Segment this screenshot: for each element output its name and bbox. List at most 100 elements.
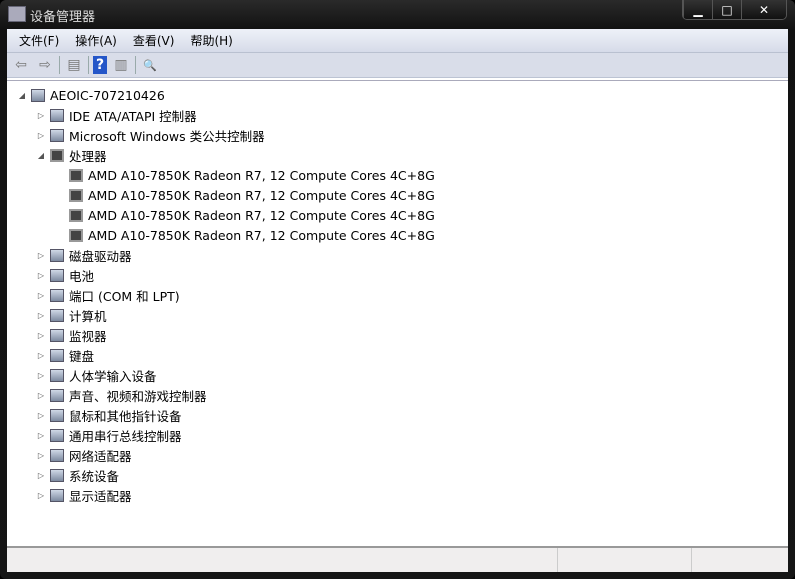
toolbar-separator <box>135 56 136 74</box>
tree-item-label: 系统设备 <box>69 468 120 484</box>
menu-bar: 文件(F) 操作(A) 查看(V) 帮助(H) <box>7 29 788 53</box>
tree-category[interactable]: ▷ 鼠标和其他指针设备 <box>36 405 182 425</box>
tree-category[interactable]: ▷ 显示适配器 <box>36 485 132 505</box>
device-category-icon <box>50 488 64 502</box>
tree-item-label: 监视器 <box>69 328 107 344</box>
tree-item-label: 计算机 <box>69 308 107 324</box>
menu-help[interactable]: 帮助(H) <box>182 32 240 49</box>
device-category-icon <box>50 408 64 422</box>
collapse-arrow-icon[interactable]: ◢ <box>36 151 46 160</box>
tree-category[interactable]: ▷ 电池 <box>36 265 94 285</box>
tree-item-label: 鼠标和其他指针设备 <box>69 408 182 424</box>
update-driver-button[interactable]: ▥ <box>111 56 131 74</box>
tree-category[interactable]: ▷ 系统设备 <box>36 465 119 485</box>
tree-category[interactable]: ▷ 声音、视频和游戏控制器 <box>36 385 207 405</box>
tree-device[interactable]: AMD A10-7850K Radeon R7, 12 Compute Core… <box>55 185 435 205</box>
help-button[interactable]: ? <box>93 56 107 74</box>
tree-category[interactable]: ▷ 端口 (COM 和 LPT) <box>36 285 180 305</box>
maximize-button[interactable]: □ <box>712 0 741 19</box>
tree-root-computer[interactable]: ◢ AEOIC-707210426 <box>17 85 165 105</box>
expand-arrow-icon[interactable]: ▷ <box>36 491 46 500</box>
device-category-icon <box>50 428 64 442</box>
tree-category[interactable]: ▷ IDE ATA/ATAPI 控制器 <box>36 105 197 125</box>
processor-icon <box>69 168 83 182</box>
expand-arrow-icon[interactable]: ▷ <box>36 471 46 480</box>
expand-arrow-icon[interactable]: ▷ <box>36 131 46 140</box>
scan-hardware-button[interactable]: 🔍 <box>140 56 160 74</box>
device-category-icon <box>31 88 45 102</box>
device-category-icon <box>50 308 64 322</box>
menu-action[interactable]: 操作(A) <box>67 32 125 49</box>
expand-arrow-icon[interactable]: ▷ <box>36 291 46 300</box>
device-category-icon <box>50 288 64 302</box>
device-category-icon <box>50 468 64 482</box>
device-category-icon <box>50 128 64 142</box>
tree-category[interactable]: ▷ Microsoft Windows 类公共控制器 <box>36 125 265 145</box>
device-tree[interactable]: ◢ AEOIC-707210426 ▷ IDE ATA/ATAPI 控制器 ▷ Micro… <box>7 80 788 547</box>
tree-category[interactable]: ▷ 通用串行总线控制器 <box>36 425 182 445</box>
status-pane <box>7 548 558 572</box>
status-bar <box>7 546 788 572</box>
tree-device[interactable]: AMD A10-7850K Radeon R7, 12 Compute Core… <box>55 205 435 225</box>
expand-arrow-icon[interactable]: ▷ <box>36 311 46 320</box>
tree-device[interactable]: AMD A10-7850K Radeon R7, 12 Compute Core… <box>55 165 435 185</box>
tree-item-label: 声音、视频和游戏控制器 <box>69 388 207 404</box>
device-category-icon <box>50 388 64 402</box>
processor-icon <box>50 148 64 162</box>
tree-item-label: AMD A10-7850K Radeon R7, 12 Compute Core… <box>88 207 435 223</box>
tree-item-label: AMD A10-7850K Radeon R7, 12 Compute Core… <box>88 167 435 183</box>
device-category-icon <box>50 348 64 362</box>
back-button[interactable]: ⇦ <box>11 56 31 74</box>
properties-button[interactable]: ▤ <box>64 56 84 74</box>
tree-item-label: 端口 (COM 和 LPT) <box>69 288 180 304</box>
tree-item-label: AMD A10-7850K Radeon R7, 12 Compute Core… <box>88 187 435 203</box>
menu-file[interactable]: 文件(F) <box>11 32 67 49</box>
toolbar-separator <box>88 56 89 74</box>
tree-item-label: 磁盘驱动器 <box>69 248 132 264</box>
tree-item-label: 网络适配器 <box>69 448 132 464</box>
device-category-icon <box>50 448 64 462</box>
tree-category[interactable]: ▷ 监视器 <box>36 325 107 345</box>
minimize-button[interactable]: ▁ <box>683 0 712 19</box>
tree-item-label: 电池 <box>69 268 95 284</box>
expand-arrow-icon[interactable]: ▷ <box>36 371 46 380</box>
tree-category[interactable]: ▷ 网络适配器 <box>36 445 132 465</box>
tree-item-label: 通用串行总线控制器 <box>69 428 182 444</box>
status-pane <box>692 548 788 572</box>
close-button[interactable]: ✕ <box>741 0 786 19</box>
device-category-icon <box>50 248 64 262</box>
tree-item-label: AMD A10-7850K Radeon R7, 12 Compute Core… <box>88 227 435 243</box>
expand-arrow-icon[interactable]: ▷ <box>36 411 46 420</box>
tree-item-label: 处理器 <box>69 148 107 164</box>
tree-item-label: AEOIC-707210426 <box>50 87 165 103</box>
tree-category[interactable]: ▷ 键盘 <box>36 345 94 365</box>
device-category-icon <box>50 368 64 382</box>
toolbar-separator <box>59 56 60 74</box>
toolbar: ⇦ ⇨ ▤ ? ▥ 🔍 <box>7 53 788 78</box>
expand-arrow-icon[interactable]: ▷ <box>36 111 46 120</box>
device-category-icon <box>50 108 64 122</box>
collapse-arrow-icon[interactable]: ◢ <box>17 91 27 100</box>
tree-category[interactable]: ◢ 处理器 <box>36 145 107 165</box>
tree-item-label: IDE ATA/ATAPI 控制器 <box>69 108 197 124</box>
tree-category[interactable]: ▷ 磁盘驱动器 <box>36 245 132 265</box>
expand-arrow-icon[interactable]: ▷ <box>36 331 46 340</box>
status-pane <box>558 548 692 572</box>
menu-view[interactable]: 查看(V) <box>125 32 183 49</box>
forward-button[interactable]: ⇨ <box>35 56 55 74</box>
tree-category[interactable]: ▷ 人体学输入设备 <box>36 365 157 385</box>
expand-arrow-icon[interactable]: ▷ <box>36 451 46 460</box>
expand-arrow-icon[interactable]: ▷ <box>36 271 46 280</box>
tree-category[interactable]: ▷ 计算机 <box>36 305 107 325</box>
expand-arrow-icon[interactable]: ▷ <box>36 251 46 260</box>
device-category-icon <box>50 268 64 282</box>
tree-device[interactable]: AMD A10-7850K Radeon R7, 12 Compute Core… <box>55 225 435 245</box>
expand-arrow-icon[interactable]: ▷ <box>36 431 46 440</box>
tree-item-label: 显示适配器 <box>69 488 132 504</box>
device-manager-icon <box>8 6 26 22</box>
expand-arrow-icon[interactable]: ▷ <box>36 351 46 360</box>
device-category-icon <box>50 328 64 342</box>
expand-arrow-icon[interactable]: ▷ <box>36 391 46 400</box>
tree-item-label: 键盘 <box>69 348 95 364</box>
window-title: 设备管理器 <box>30 10 96 25</box>
